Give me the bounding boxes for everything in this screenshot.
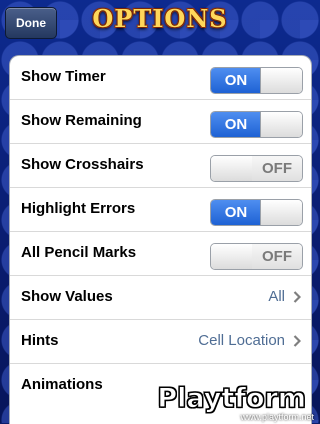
option-show-remaining: Show Remaining ON	[10, 100, 311, 144]
option-label: Show Crosshairs	[21, 156, 144, 173]
option-value: All	[268, 288, 285, 305]
option-value: Cell Location	[198, 332, 285, 349]
switch-off-label: OFF	[252, 244, 302, 269]
watermark-logo: Playtform www.playtform.net	[156, 383, 316, 423]
switch-off-label: OFF	[252, 156, 302, 181]
switch-knob	[211, 156, 253, 181]
option-label: Show Remaining	[21, 112, 142, 129]
option-show-crosshairs: Show Crosshairs OFF	[10, 144, 311, 188]
switch-on-label: ON	[211, 68, 261, 93]
option-highlight-errors: Highlight Errors ON	[10, 188, 311, 232]
chevron-right-icon	[293, 335, 301, 347]
switch-knob	[260, 200, 302, 225]
chevron-right-icon	[293, 291, 301, 303]
option-label: Hints	[21, 332, 59, 349]
switch-knob	[211, 244, 253, 269]
watermark-url: www.playtform.net	[240, 412, 314, 422]
option-hints[interactable]: Hints Cell Location	[10, 320, 311, 364]
navigation-bar: Done OPTIONS	[0, 0, 320, 44]
option-label: Animations	[21, 376, 103, 393]
switch-on-label: ON	[211, 200, 261, 225]
option-label: Show Timer	[21, 68, 106, 85]
switch-knob	[260, 112, 302, 137]
option-label: Highlight Errors	[21, 200, 136, 217]
option-label: All Pencil Marks	[21, 244, 137, 261]
option-show-values[interactable]: Show Values All	[10, 276, 311, 320]
option-label: Show Values	[21, 288, 113, 305]
show-remaining-switch[interactable]: ON	[210, 111, 303, 138]
option-all-pencil-marks: All Pencil Marks OFF	[10, 232, 311, 276]
show-timer-switch[interactable]: ON	[210, 67, 303, 94]
options-list: Show Timer ON Show Remaining ON Show Cro…	[9, 55, 312, 424]
page-title: OPTIONS	[92, 4, 228, 33]
switch-knob	[260, 68, 302, 93]
switch-on-label: ON	[211, 112, 261, 137]
option-show-timer: Show Timer ON	[10, 56, 311, 100]
highlight-errors-switch[interactable]: ON	[210, 199, 303, 226]
watermark-logo-text: Playtform	[157, 383, 307, 415]
show-crosshairs-switch[interactable]: OFF	[210, 155, 303, 182]
all-pencil-marks-switch[interactable]: OFF	[210, 243, 303, 270]
